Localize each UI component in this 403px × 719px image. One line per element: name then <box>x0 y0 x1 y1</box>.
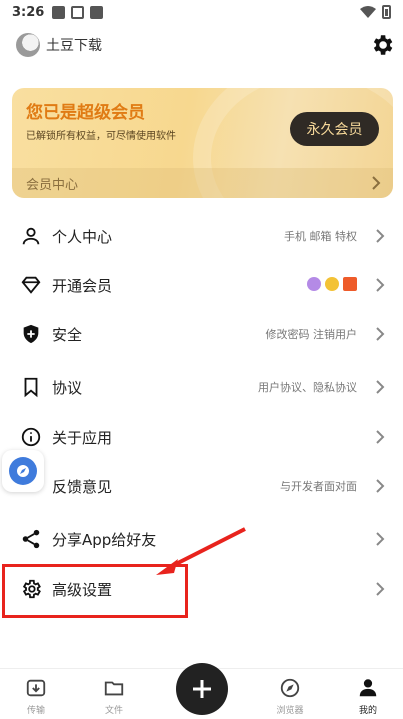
chevron-right-icon <box>376 532 385 546</box>
info-icon <box>21 427 41 447</box>
tab-label: 浏览器 <box>276 706 304 716</box>
status-bar: 3:26 <box>0 0 403 24</box>
shield-icon <box>23 324 39 344</box>
notification-a-icon <box>71 5 85 19</box>
person-icon <box>22 227 40 245</box>
menu-item-open-vip[interactable]: 开通会员 <box>0 263 403 307</box>
chevron-right-icon <box>376 479 385 493</box>
diamond-icon <box>21 276 41 294</box>
vip-badges <box>307 277 357 291</box>
user-icon <box>359 679 377 697</box>
chevron-right-icon <box>376 430 385 444</box>
menu-item-feedback[interactable]: 反馈意见 与开发者面对面 <box>0 464 403 508</box>
tab-label: 文件 <box>104 706 123 716</box>
username[interactable]: 土豆下载 <box>46 35 102 55</box>
lifetime-vip-button[interactable]: 永久会员 <box>290 112 379 146</box>
notification-square-icon <box>90 5 104 19</box>
notification-icon <box>52 5 66 19</box>
menu-hint: 用户协议、隐私协议 <box>258 381 357 394</box>
profile-header: 土豆下载 <box>0 28 403 62</box>
compass-icon <box>280 678 300 698</box>
menu-label: 分享App给好友 <box>52 531 157 549</box>
chevron-right-icon <box>376 327 385 341</box>
gift-badge <box>343 277 357 291</box>
diamond-badge <box>325 277 339 291</box>
chevron-right-icon <box>376 278 385 292</box>
battery-icon <box>382 5 391 19</box>
annotation-arrow <box>156 527 246 575</box>
menu-hint: 与开发者面对面 <box>280 480 357 493</box>
chevron-right-icon <box>376 582 385 596</box>
vip-badge <box>307 277 321 291</box>
menu-item-personal-center[interactable]: 个人中心 手机 邮箱 特权 <box>0 214 403 258</box>
bookmark-icon <box>24 377 38 398</box>
plus-icon <box>193 680 211 698</box>
tab-label: 传输 <box>26 706 45 716</box>
member-center-label: 会员中心 <box>26 177 79 193</box>
tab-transfer[interactable]: 传输 <box>6 677 66 716</box>
menu-hint: 修改密码 注销用户 <box>265 328 358 341</box>
vip-subtitle: 已解锁所有权益，可尽情使用软件 <box>26 131 176 142</box>
wifi-icon <box>360 6 376 18</box>
menu-item-about-app[interactable]: 关于应用 <box>0 415 403 459</box>
menu-label: 反馈意见 <box>52 478 113 496</box>
tab-label: 我的 <box>358 706 377 716</box>
menu-item-agreement[interactable]: 协议 用户协议、隐私协议 <box>0 365 403 409</box>
add-button[interactable] <box>176 663 228 715</box>
share-icon <box>22 529 40 549</box>
vip-title: 您已是超级会员 <box>26 103 145 123</box>
tab-mine[interactable]: 我的 <box>338 677 398 716</box>
gear-icon[interactable] <box>369 32 395 58</box>
vip-card[interactable]: 您已是超级会员 已解锁所有权益，可尽情使用软件 永久会员 会员中心 <box>12 88 393 198</box>
menu-label: 关于应用 <box>52 429 113 447</box>
avatar[interactable] <box>16 33 40 57</box>
floating-assistant-button[interactable] <box>2 450 44 492</box>
chevron-right-icon <box>376 229 385 243</box>
status-time: 3:26 <box>12 4 45 20</box>
download-tray-icon <box>26 679 46 697</box>
menu-label: 协议 <box>52 379 83 397</box>
menu-label: 安全 <box>52 326 83 344</box>
menu-item-security[interactable]: 安全 修改密码 注销用户 <box>0 312 403 356</box>
menu-hint: 手机 邮箱 特权 <box>284 230 357 243</box>
tab-browser[interactable]: 浏览器 <box>260 677 320 716</box>
menu-label: 个人中心 <box>52 228 113 246</box>
chevron-right-icon <box>372 176 381 190</box>
compass-badge-icon <box>9 457 37 485</box>
folder-icon <box>104 681 124 696</box>
menu-label: 开通会员 <box>52 277 113 295</box>
chevron-right-icon <box>376 380 385 394</box>
member-center-link[interactable]: 会员中心 <box>12 168 393 198</box>
tab-files[interactable]: 文件 <box>84 677 144 716</box>
